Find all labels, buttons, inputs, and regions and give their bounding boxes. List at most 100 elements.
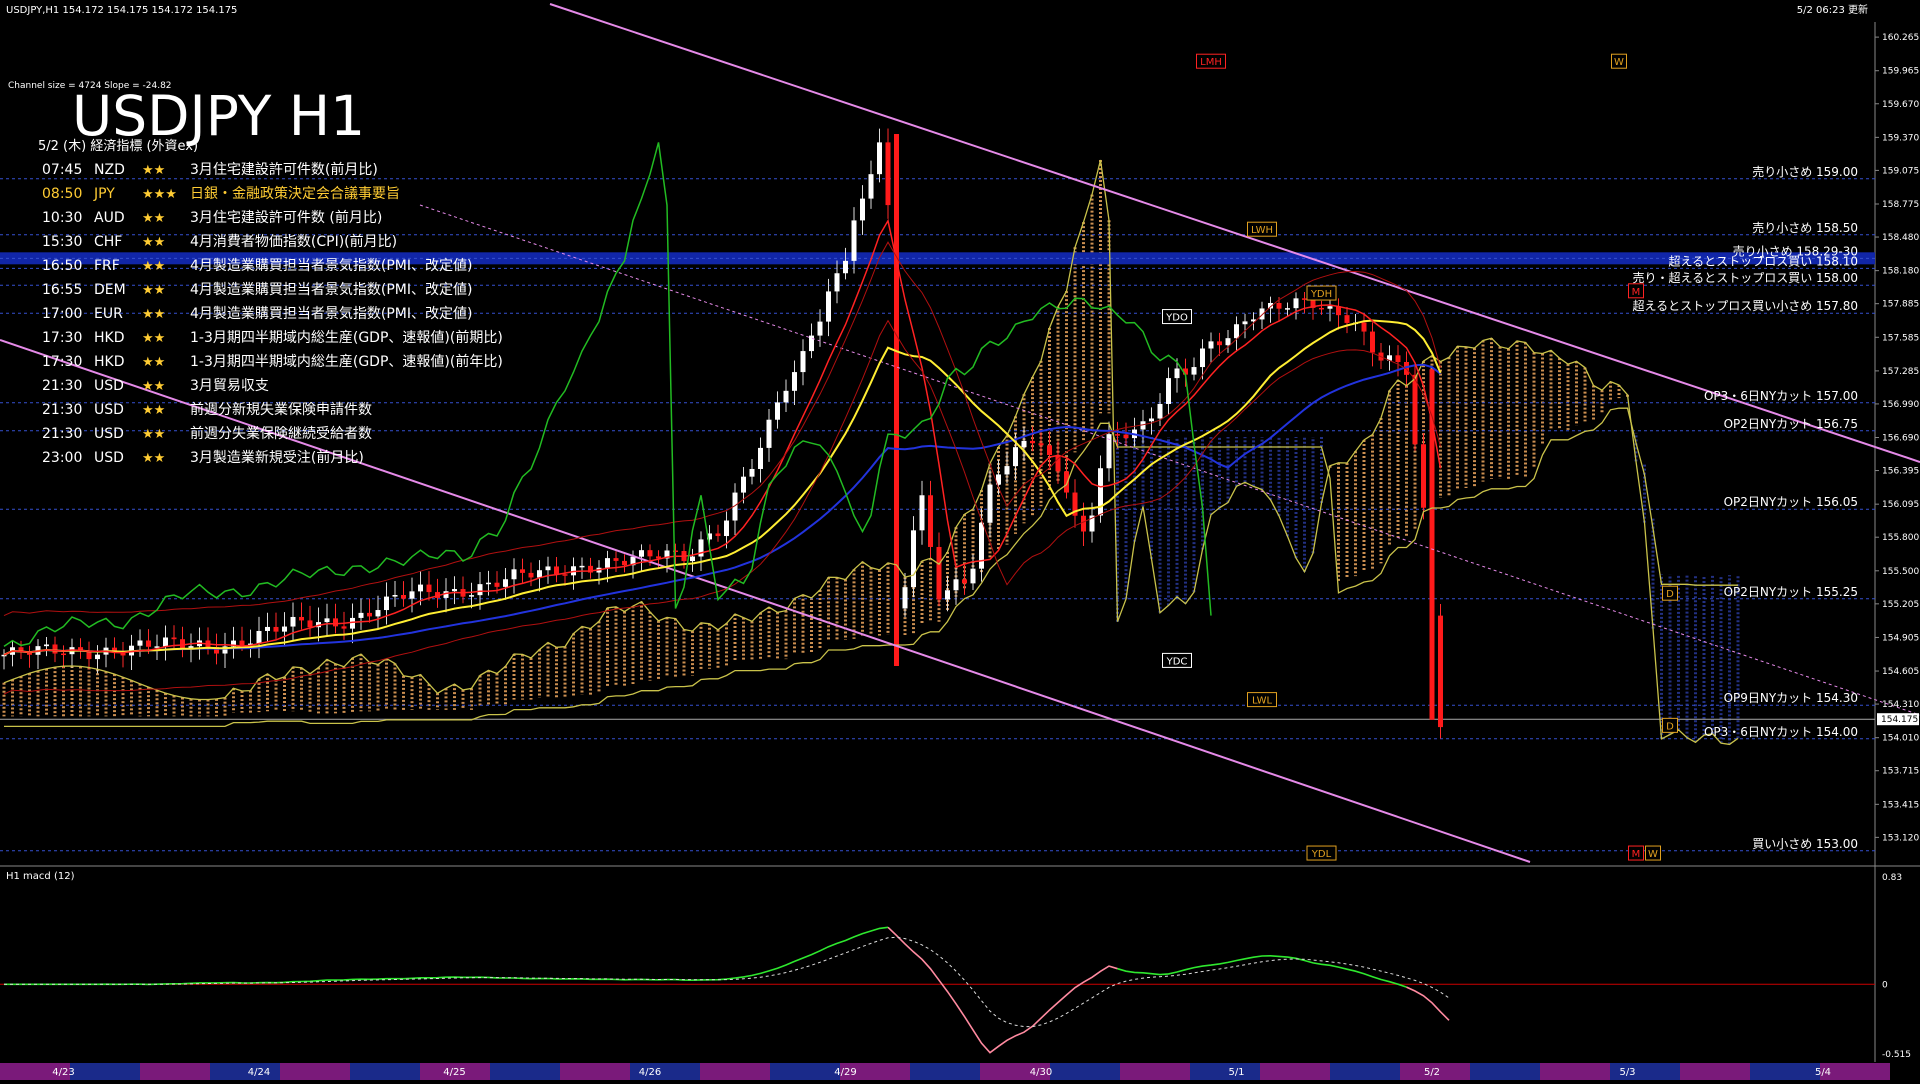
event-name: 4月製造業購買担当者景気指数(PMI、改定値) <box>190 258 472 274</box>
y-tick-label: 158.180 <box>1882 267 1919 277</box>
event-row: 21:30 USD ★★ 3月貿易収支 <box>42 378 269 394</box>
candle-body <box>1081 515 1086 532</box>
candle-body <box>783 390 789 403</box>
event-time: 10:30 <box>42 210 82 226</box>
candle-body <box>350 617 355 629</box>
level-note-text: 売り小さめ 158.50 <box>1752 220 1858 235</box>
candle-body <box>494 582 500 587</box>
event-name: 1-3月期四半期域内総生産(GDP、速報値)(前期比) <box>190 329 503 346</box>
candle-body <box>1030 440 1035 444</box>
candle-body <box>1327 306 1333 309</box>
event-time: 16:50 <box>42 258 82 274</box>
event-currency: USD <box>94 402 124 418</box>
marker-d: D <box>1662 585 1678 601</box>
y-tick-label: 157.885 <box>1882 300 1919 310</box>
event-name: 3月住宅建設許可件数(前月比) <box>190 161 378 178</box>
level-note-text: OP2日NYカット 156.05 <box>1724 495 1858 509</box>
candle-body <box>1021 440 1027 448</box>
candle-body <box>1038 443 1044 446</box>
level-note-text: OP3・6日NYカット 154.00 <box>1704 725 1858 739</box>
candle-body <box>1225 338 1231 346</box>
candle-body <box>477 584 483 596</box>
candle-body <box>1344 315 1350 323</box>
candle-body <box>749 468 755 477</box>
marker-d: D <box>1662 717 1678 733</box>
candle-body <box>885 142 891 206</box>
candle-body <box>1123 434 1129 439</box>
event-stars: ★★ <box>142 259 165 274</box>
marker-ydl: YDL <box>1306 845 1337 861</box>
y-tick-label: 154.310 <box>1882 700 1919 710</box>
candle-body <box>715 533 721 537</box>
candle-body <box>1242 321 1248 325</box>
candle-body <box>1293 298 1299 309</box>
y-tick-label: 156.990 <box>1882 400 1919 410</box>
candle-body <box>1276 302 1282 309</box>
marker-label: YDC <box>1166 656 1188 667</box>
candle-body <box>1361 322 1367 332</box>
event-row: 10:30 AUD ★★ 3月住宅建設許可件数 (前月比) <box>42 209 382 226</box>
candle-body <box>324 618 330 623</box>
candle-body <box>877 142 882 175</box>
y-tick-label: 154.905 <box>1882 633 1919 643</box>
event-name: 3月貿易収支 <box>190 378 269 394</box>
candle-body <box>622 560 627 566</box>
date-strip-segment <box>1120 1063 1190 1080</box>
candle-body <box>936 546 942 600</box>
candle-body <box>307 620 313 628</box>
event-currency: HKD <box>94 354 125 370</box>
candle-drop-4-29 <box>894 134 899 666</box>
candle-body <box>392 595 398 597</box>
candle-body <box>1217 341 1222 346</box>
candle-body <box>503 579 508 587</box>
candle-body <box>290 616 296 627</box>
candle-body <box>1157 403 1163 419</box>
date-strip-segment <box>1680 1063 1750 1080</box>
event-currency: DEM <box>94 282 126 298</box>
event-row: 15:30 CHF ★★ 4月消費者物価指数(CPI)(前月比) <box>42 233 397 250</box>
level-note-text: 超えるとストップロス買い小さめ 157.80 <box>1633 298 1858 313</box>
event-row: 16:55 DEM ★★ 4月製造業購買担当者景気指数(PMI、改定値) <box>42 282 472 298</box>
candle-body <box>358 612 364 618</box>
date-strip-segment <box>1750 1063 1820 1080</box>
candle-body <box>52 644 58 654</box>
macd-title: H1 macd (12) <box>6 871 75 882</box>
marker-ydo: YDO <box>1162 309 1192 325</box>
date-strip-segment <box>1260 1063 1330 1080</box>
candle-body <box>299 616 304 621</box>
event-name: 4月消費者物価指数(CPI)(前月比) <box>190 233 397 250</box>
current-price-label: 154.175 <box>1881 715 1918 725</box>
event-time: 21:30 <box>42 378 82 394</box>
level-note-text: OP2日NYカット 155.25 <box>1724 585 1858 599</box>
macd-tick-label: -0.515 <box>1882 1050 1911 1060</box>
candle-body <box>911 530 916 588</box>
event-time: 17:30 <box>42 354 82 370</box>
y-tick-label: 153.715 <box>1882 767 1919 777</box>
event-stars: ★★ <box>142 355 165 370</box>
event-stars: ★★ <box>142 235 165 250</box>
y-tick-label: 154.605 <box>1882 667 1919 677</box>
marker-lwl: LWL <box>1247 692 1277 708</box>
event-name: 前週分失業保険継続受給者数 <box>190 425 372 442</box>
event-currency: EUR <box>94 306 123 322</box>
candle-body <box>834 273 840 292</box>
candle-body <box>1208 341 1214 349</box>
candle-body <box>843 260 848 274</box>
event-currency: AUD <box>94 210 125 226</box>
candle-body <box>860 198 865 221</box>
event-name: 1-3月期四半期域内総生産(GDP、速報値)(前年比) <box>190 353 503 370</box>
candle-body <box>953 579 959 591</box>
event-time: 17:30 <box>42 330 82 346</box>
y-tick-label: 159.075 <box>1882 166 1919 176</box>
marker-lmh: LMH <box>1196 53 1226 69</box>
marker-label: W <box>1614 57 1624 68</box>
candle-body <box>1004 466 1010 475</box>
event-currency: FRF <box>94 258 120 274</box>
header-datetime: 5/2 06:23 更新 <box>1797 3 1868 16</box>
event-name: 3月住宅建設許可件数 (前月比) <box>190 209 382 226</box>
candle-body <box>61 653 66 656</box>
event-row: 17:30 HKD ★★ 1-3月期四半期域内総生産(GDP、速報値)(前年比) <box>42 353 503 370</box>
candle-body <box>180 639 185 649</box>
date-strip-segment <box>1190 1063 1260 1080</box>
x-tick-label: 5/2 <box>1424 1067 1440 1078</box>
